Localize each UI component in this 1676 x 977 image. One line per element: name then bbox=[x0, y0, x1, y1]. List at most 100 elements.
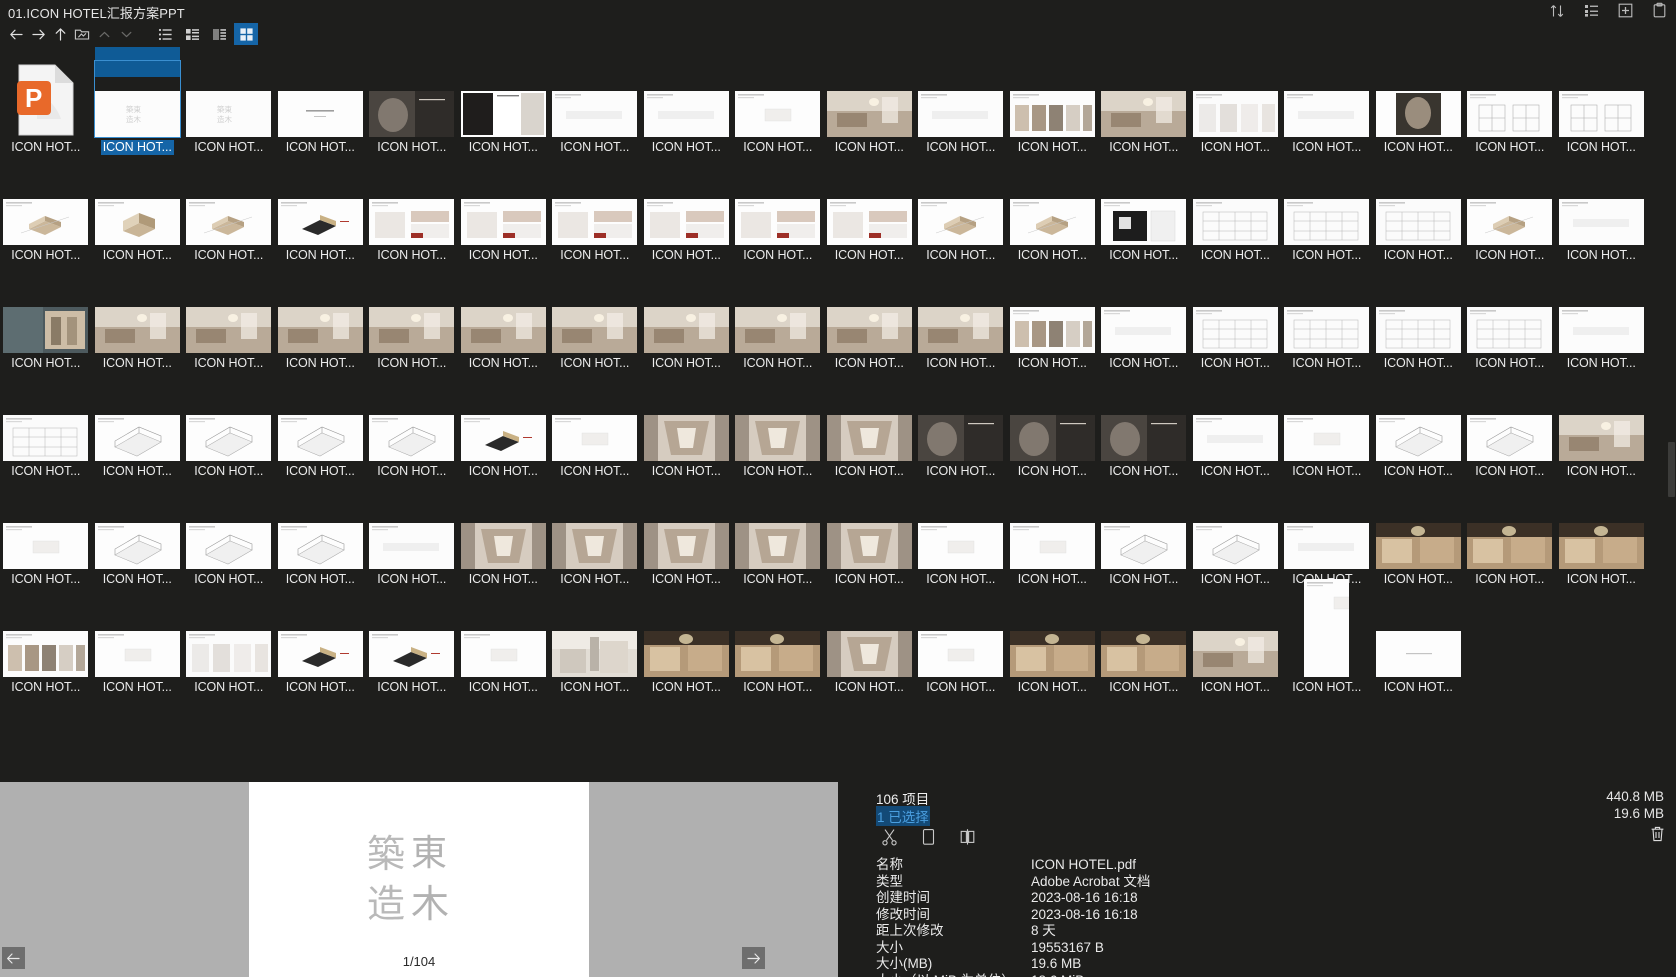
file-item[interactable]: ICON HOT... bbox=[366, 587, 458, 695]
file-item[interactable]: ICON HOT... bbox=[0, 479, 92, 587]
folder-button[interactable] bbox=[71, 23, 93, 45]
file-item[interactable]: ICON HOT... bbox=[183, 263, 275, 371]
file-item[interactable]: ICON HOT... bbox=[732, 587, 824, 695]
file-item[interactable]: ICON HOT... bbox=[92, 155, 184, 263]
list-view-icon[interactable] bbox=[1583, 2, 1600, 19]
file-item[interactable]: ICON HOT... bbox=[1190, 371, 1282, 479]
file-item[interactable]: ICON HOT... bbox=[1556, 479, 1648, 587]
file-item[interactable]: ICON HOT... bbox=[641, 587, 733, 695]
file-item[interactable]: ICON HOT... bbox=[1098, 47, 1190, 155]
file-item[interactable]: ICON HOT... bbox=[549, 263, 641, 371]
file-item[interactable]: ICON HOT... bbox=[458, 371, 550, 479]
scrollbar-thumb[interactable] bbox=[1668, 442, 1675, 497]
clipboard-icon[interactable] bbox=[1651, 2, 1668, 19]
file-item[interactable]: ICON HOT... bbox=[183, 371, 275, 479]
file-item-selected[interactable]: 築東造木ICON HOT... bbox=[92, 47, 184, 155]
file-item[interactable]: ICON HOT... bbox=[549, 479, 641, 587]
file-item[interactable]: ICON HOT... bbox=[1190, 479, 1282, 587]
file-item[interactable]: ICON HOT... bbox=[275, 479, 367, 587]
file-item[interactable]: ICON HOT... bbox=[641, 263, 733, 371]
file-grid[interactable]: PICON HOT...築東造木ICON HOT...築東造木ICON HOT.… bbox=[0, 47, 1676, 780]
file-item[interactable]: ICON HOT... bbox=[732, 263, 824, 371]
file-item[interactable]: ICON HOT... bbox=[641, 47, 733, 155]
file-item[interactable]: ICON HOT... bbox=[1373, 479, 1465, 587]
file-item[interactable]: ICON HOT... bbox=[915, 371, 1007, 479]
file-item[interactable]: ICON HOT... bbox=[1190, 587, 1282, 695]
file-item[interactable]: ICON HOT... bbox=[1190, 47, 1282, 155]
file-item[interactable]: ICON HOT... bbox=[915, 263, 1007, 371]
next-item-button[interactable] bbox=[115, 23, 137, 45]
file-item[interactable]: ICON HOT... bbox=[1556, 263, 1648, 371]
copy-icon[interactable] bbox=[921, 828, 936, 851]
file-item[interactable]: ICON HOT... bbox=[549, 155, 641, 263]
file-item[interactable]: ICON HOT... bbox=[915, 155, 1007, 263]
file-item[interactable]: ICON HOT... bbox=[0, 371, 92, 479]
file-item[interactable]: ICON HOT... bbox=[824, 155, 916, 263]
file-item[interactable]: ICON HOT... bbox=[549, 47, 641, 155]
file-item[interactable]: ICON HOT... bbox=[732, 155, 824, 263]
file-item[interactable]: ICON HOT... bbox=[1007, 263, 1099, 371]
file-item[interactable]: ICON HOT... bbox=[915, 587, 1007, 695]
file-item[interactable]: ICON HOT... bbox=[549, 587, 641, 695]
file-item[interactable]: ICON HOT... bbox=[1556, 155, 1648, 263]
file-item[interactable]: ICON HOT... bbox=[0, 155, 92, 263]
file-item[interactable]: ICON HOT... bbox=[1281, 587, 1373, 695]
file-item[interactable]: ICON HOT... bbox=[92, 371, 184, 479]
file-item[interactable]: ICON HOT... bbox=[275, 155, 367, 263]
file-item[interactable]: ICON HOT... bbox=[458, 155, 550, 263]
file-item[interactable]: ICON HOT... bbox=[1373, 263, 1465, 371]
file-item[interactable]: ICON HOT... bbox=[1098, 479, 1190, 587]
file-item[interactable]: ICON HOT... bbox=[641, 371, 733, 479]
file-item[interactable]: ICON HOT... bbox=[732, 371, 824, 479]
file-item[interactable]: ICON HOT... bbox=[824, 587, 916, 695]
file-item[interactable]: ICON HOT... bbox=[824, 47, 916, 155]
move-icon[interactable] bbox=[959, 828, 976, 851]
file-item[interactable]: ICON HOT... bbox=[366, 479, 458, 587]
file-item[interactable]: ICON HOT... bbox=[1281, 371, 1373, 479]
file-item[interactable]: ICON HOT... bbox=[1190, 263, 1282, 371]
file-item[interactable]: PICON HOT... bbox=[0, 47, 92, 155]
file-item[interactable]: ICON HOT... bbox=[1373, 47, 1465, 155]
view-tiles[interactable] bbox=[207, 23, 231, 45]
file-item[interactable]: ICON HOT... bbox=[1098, 263, 1190, 371]
view-details[interactable] bbox=[180, 23, 204, 45]
vertical-scrollbar[interactable] bbox=[1667, 47, 1676, 780]
forward-button[interactable] bbox=[27, 23, 49, 45]
file-item[interactable]: ICON HOT... bbox=[1281, 479, 1373, 587]
file-item[interactable]: ICON HOT... bbox=[1007, 371, 1099, 479]
file-item[interactable]: ICON HOT... bbox=[275, 587, 367, 695]
file-item[interactable]: ICON HOT... bbox=[1464, 263, 1556, 371]
file-item[interactable]: ICON HOT... bbox=[366, 263, 458, 371]
file-item[interactable]: ICON HOT... bbox=[183, 155, 275, 263]
file-item[interactable]: ICON HOT... bbox=[275, 47, 367, 155]
file-item[interactable]: ICON HOT... bbox=[824, 263, 916, 371]
preview-next-button[interactable] bbox=[742, 947, 765, 969]
file-item[interactable]: ICON HOT... bbox=[1556, 47, 1648, 155]
file-item[interactable]: ICON HOT... bbox=[0, 587, 92, 695]
file-item[interactable]: ICON HOT... bbox=[1007, 155, 1099, 263]
file-item[interactable]: ICON HOT... bbox=[458, 47, 550, 155]
file-item[interactable]: ICON HOT... bbox=[1281, 47, 1373, 155]
file-item[interactable]: ICON HOT... bbox=[915, 479, 1007, 587]
add-icon[interactable] bbox=[1617, 2, 1634, 19]
file-item[interactable]: ICON HOT... bbox=[92, 263, 184, 371]
file-item[interactable]: ICON HOT... bbox=[1464, 155, 1556, 263]
file-item[interactable]: ICON HOT... bbox=[1098, 371, 1190, 479]
file-item[interactable]: ICON HOT... bbox=[92, 479, 184, 587]
file-item[interactable]: ICON HOT... bbox=[641, 155, 733, 263]
file-item[interactable]: ICON HOT... bbox=[824, 371, 916, 479]
file-item[interactable]: ICON HOT... bbox=[458, 479, 550, 587]
file-item[interactable]: ICON HOT... bbox=[275, 263, 367, 371]
preview-pane[interactable]: 築 東 造 木 1/104 bbox=[0, 782, 838, 977]
file-item[interactable]: ICON HOT... bbox=[0, 263, 92, 371]
file-item[interactable]: ICON HOT... bbox=[1281, 263, 1373, 371]
file-item[interactable]: ICON HOT... bbox=[1098, 587, 1190, 695]
file-item[interactable]: ICON HOT... bbox=[1190, 155, 1282, 263]
preview-prev-button[interactable] bbox=[2, 947, 25, 969]
file-item[interactable]: ICON HOT... bbox=[183, 479, 275, 587]
view-list[interactable] bbox=[153, 23, 177, 45]
sort-icon[interactable] bbox=[1549, 2, 1566, 19]
file-item[interactable]: ICON HOT... bbox=[458, 587, 550, 695]
file-item[interactable]: ICON HOT... bbox=[1464, 371, 1556, 479]
delete-icon[interactable] bbox=[1649, 825, 1666, 848]
